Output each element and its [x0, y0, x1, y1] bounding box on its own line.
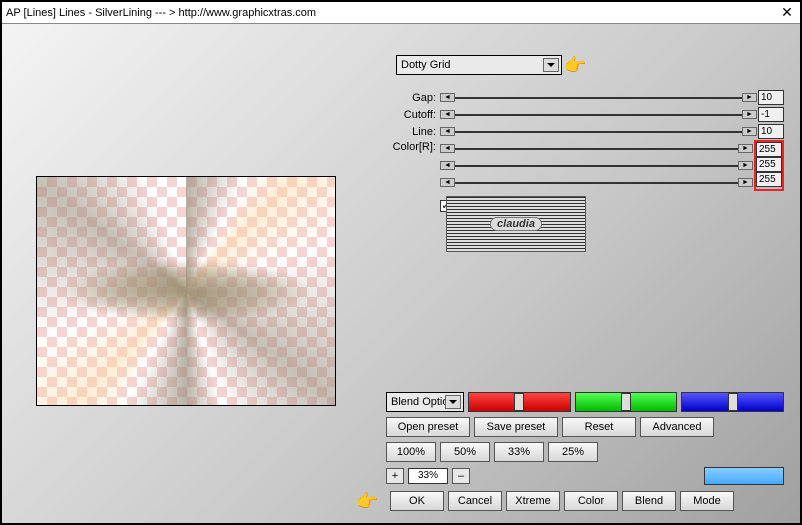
rgb-values-highlight: 255 255 255 [754, 140, 784, 191]
pointing-hand-icon: 👉 [356, 491, 386, 511]
slider-thumb[interactable] [621, 393, 631, 411]
advanced-button[interactable]: Advanced [640, 417, 714, 437]
zoom-100-button[interactable]: 100% [386, 442, 436, 462]
pointing-hand-icon: 👉 [564, 55, 594, 75]
r-dec[interactable]: ◄ [440, 144, 455, 153]
cutoff-value[interactable]: -1 [758, 107, 784, 122]
chevron-down-icon[interactable] [445, 395, 461, 409]
line-dec[interactable]: ◄ [440, 127, 455, 136]
zoom-value[interactable]: 33% [408, 468, 448, 484]
close-icon[interactable]: ✕ [778, 4, 796, 21]
reset-button[interactable]: Reset [562, 417, 636, 437]
logo-text: claudia [490, 217, 542, 231]
ok-button[interactable]: OK [390, 491, 444, 511]
open-preset-button[interactable]: Open preset [386, 417, 470, 437]
blend-button[interactable]: Blend [622, 491, 676, 511]
b-value[interactable]: 255 [756, 172, 782, 187]
gap-dec[interactable]: ◄ [440, 93, 455, 102]
blend-g-slider[interactable] [575, 392, 678, 412]
titlebar: AP [Lines] Lines - SilverLining --- > ht… [2, 2, 800, 24]
line-label: Line: [386, 126, 440, 138]
cutoff-inc[interactable]: ► [742, 110, 757, 119]
g-value[interactable]: 255 [756, 157, 782, 172]
g-inc[interactable]: ► [738, 161, 753, 170]
gap-inc[interactable]: ► [742, 93, 757, 102]
blend-options-select[interactable]: Blend Options [386, 392, 464, 412]
cancel-button[interactable]: Cancel [448, 491, 502, 511]
zoom-50-button[interactable]: 50% [440, 442, 490, 462]
chevron-down-icon[interactable] [543, 58, 559, 72]
cutoff-track[interactable] [455, 114, 742, 116]
line-value[interactable]: 10 [758, 124, 784, 139]
mode-button[interactable]: Mode [680, 491, 734, 511]
claudia-logo: claudia [446, 196, 586, 252]
xtreme-button[interactable]: Xtreme [506, 491, 560, 511]
r-value[interactable]: 255 [756, 142, 782, 157]
line-inc[interactable]: ► [742, 127, 757, 136]
preview-panel [36, 176, 336, 406]
cutoff-label: Cutoff: [386, 109, 440, 121]
gap-track[interactable] [455, 97, 742, 99]
b-dec[interactable]: ◄ [440, 178, 455, 187]
plugin-dialog: AP [Lines] Lines - SilverLining --- > ht… [0, 0, 802, 525]
line-track[interactable] [455, 131, 742, 133]
slider-thumb[interactable] [514, 393, 524, 411]
blend-r-slider[interactable] [468, 392, 571, 412]
g-dec[interactable]: ◄ [440, 161, 455, 170]
preset-select-value: Dotty Grid [401, 59, 451, 71]
color-button[interactable]: Color [564, 491, 618, 511]
r-inc[interactable]: ► [738, 144, 753, 153]
gap-value[interactable]: 10 [758, 90, 784, 105]
zoom-out-button[interactable]: – [452, 468, 470, 484]
zoom-in-button[interactable]: + [386, 468, 404, 484]
cutoff-dec[interactable]: ◄ [440, 110, 455, 119]
content-area: Dotty Grid 👉 Gap: ◄ ► 10 Cutoff: ◄ ► -1 [6, 26, 796, 519]
b-track[interactable] [455, 182, 738, 184]
save-preset-button[interactable]: Save preset [474, 417, 558, 437]
zoom-25-button[interactable]: 25% [548, 442, 598, 462]
color-swatch[interactable] [704, 467, 784, 485]
b-inc[interactable]: ► [738, 178, 753, 187]
controls-panel: Dotty Grid 👉 Gap: ◄ ► 10 Cutoff: ◄ ► -1 [386, 56, 784, 214]
effect-render [37, 177, 335, 405]
window-title: AP [Lines] Lines - SilverLining --- > ht… [6, 7, 778, 19]
color-label: Color[R]: [386, 140, 440, 157]
gap-label: Gap: [386, 92, 440, 104]
slider-thumb[interactable] [728, 393, 738, 411]
zoom-33-button[interactable]: 33% [494, 442, 544, 462]
blend-b-slider[interactable] [681, 392, 784, 412]
preset-select[interactable]: Dotty Grid [396, 55, 562, 75]
bottom-controls: Blend Options Open preset Save preset Re… [386, 392, 784, 511]
g-track[interactable] [455, 165, 738, 167]
r-track[interactable] [455, 148, 738, 150]
